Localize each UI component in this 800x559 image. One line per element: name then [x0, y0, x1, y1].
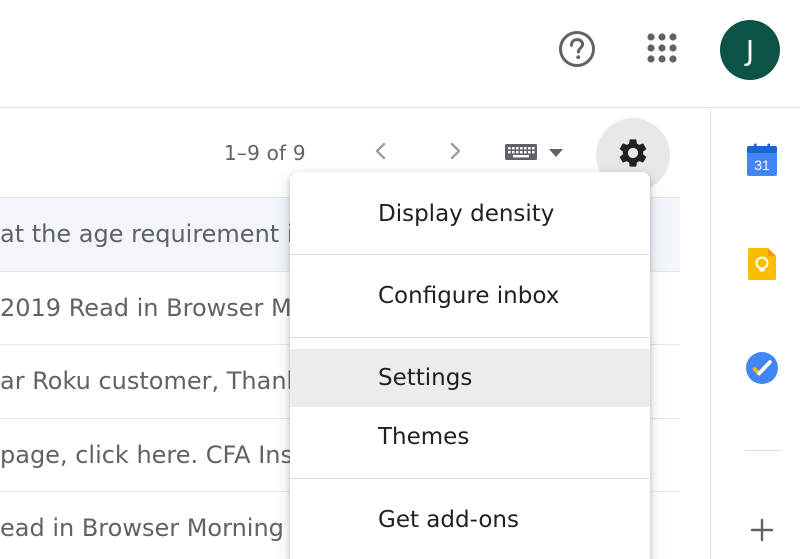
menu-divider: [290, 478, 650, 479]
older-button[interactable]: [440, 138, 470, 168]
plus-icon: [750, 518, 774, 542]
calendar-button[interactable]: 31: [744, 142, 780, 178]
menu-divider: [290, 254, 650, 255]
pagination-count: 1–9 of 9: [224, 141, 306, 165]
chevron-right-icon: [447, 141, 463, 166]
chevron-left-icon: [373, 141, 389, 166]
keep-button[interactable]: [744, 246, 780, 282]
caret-down-icon: [548, 145, 564, 163]
menu-item-get-add-ons[interactable]: Get add-ons: [290, 490, 650, 550]
menu-divider: [290, 337, 650, 338]
input-tools-button[interactable]: [504, 140, 574, 168]
keep-icon: [747, 248, 776, 280]
top-header: J: [0, 0, 800, 108]
side-panel-divider: [745, 450, 781, 451]
google-apps-button[interactable]: [640, 28, 684, 72]
get-addons-button[interactable]: [744, 512, 780, 548]
menu-item-settings[interactable]: Settings: [290, 349, 650, 407]
help-button[interactable]: [556, 30, 598, 72]
apps-grid-icon: [646, 32, 678, 69]
menu-item-themes[interactable]: Themes: [290, 409, 650, 465]
settings-menu: Display density Configure inbox Settings…: [290, 172, 650, 559]
keyboard-icon: [504, 142, 538, 167]
menu-item-configure-inbox[interactable]: Configure inbox: [290, 266, 650, 326]
email-snippet: at the age requirement is: [0, 220, 306, 249]
account-avatar[interactable]: J: [720, 20, 780, 80]
tasks-icon: [746, 352, 778, 384]
newer-button[interactable]: [366, 138, 396, 168]
email-snippet: page, click here. CFA Inst: [0, 440, 303, 469]
email-snippet: ead in Browser Morning E: [0, 514, 307, 543]
gear-icon: [616, 136, 650, 175]
avatar-letter: J: [745, 33, 755, 67]
calendar-icon: 31: [747, 143, 777, 176]
help-circle-icon: [557, 29, 597, 74]
menu-item-display-density[interactable]: Display density: [290, 184, 650, 244]
email-snippet: 2019 Read in Browser M: [0, 293, 292, 322]
calendar-day: 31: [754, 157, 770, 173]
email-snippet: ar Roku customer, Thank: [0, 367, 301, 396]
tasks-button[interactable]: [744, 350, 780, 386]
